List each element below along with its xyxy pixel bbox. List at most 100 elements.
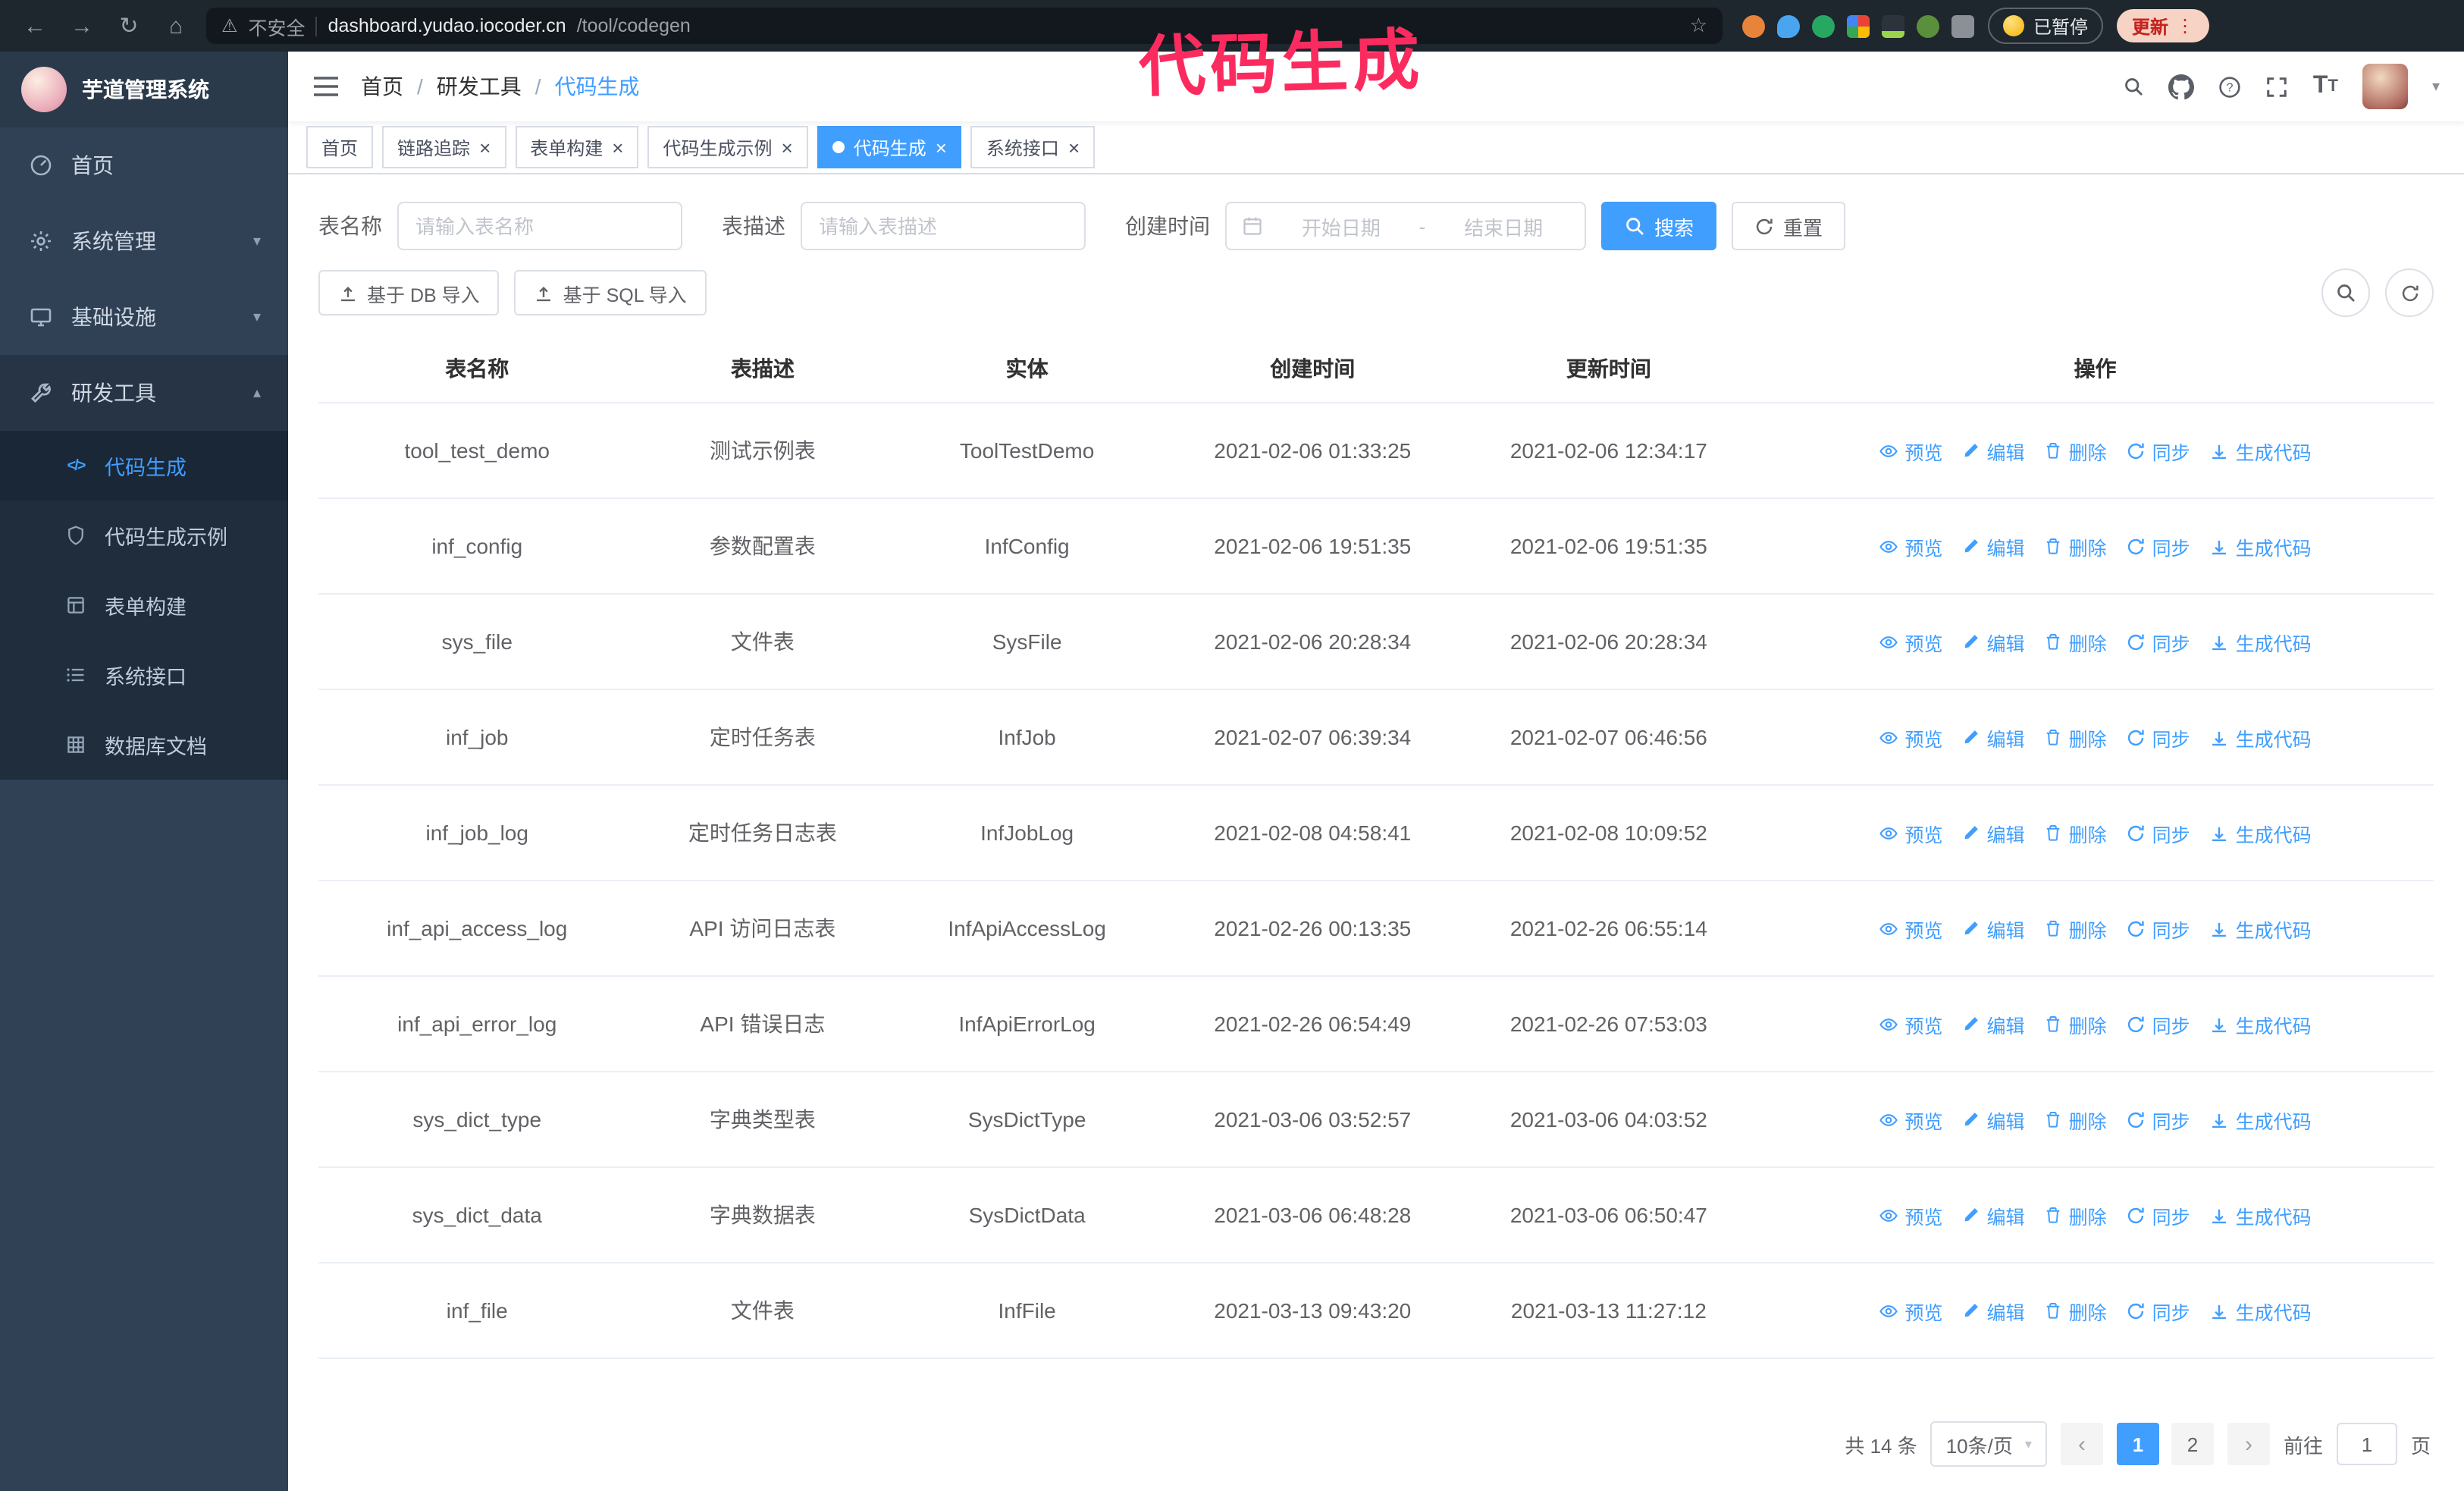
close-icon[interactable]: × [936,137,947,157]
search-icon[interactable] [2124,76,2145,97]
page-button-2[interactable]: 2 [2171,1423,2214,1465]
action-preview[interactable]: 预览 [1879,818,1943,847]
action-delete[interactable]: 删除 [2045,723,2107,752]
bookmark-star-icon[interactable]: ☆ [1690,14,1707,38]
tab-tracer[interactable]: 链路追踪 × [382,126,506,168]
sidebar-item-home[interactable]: 首页 [0,127,288,203]
action-sync[interactable]: 同步 [2127,627,2190,656]
action-sync[interactable]: 同步 [2127,532,2190,560]
app-logo[interactable]: 芋道管理系统 [0,52,288,127]
prev-page-button[interactable]: ‹ [2060,1423,2103,1465]
page-button-1[interactable]: 1 [2116,1423,2159,1465]
goto-page-input[interactable] [2336,1423,2397,1465]
url-bar[interactable]: ⚠ 不安全 dashboard.yudao.iocoder.cn /tool/c… [206,8,1723,44]
import-db-button[interactable]: 基于 DB 导入 [318,270,500,315]
action-delete[interactable]: 删除 [2045,532,2107,560]
action-delete[interactable]: 删除 [2045,436,2107,465]
reload-icon[interactable]: ↻ [112,12,146,39]
action-edit[interactable]: 编辑 [1963,818,2025,847]
page-size-select[interactable]: 10条/页 ▾ [1930,1421,2047,1467]
sidebar-item-infra[interactable]: 基础设施 ▾ [0,279,288,355]
close-icon[interactable]: × [612,137,623,157]
action-preview[interactable]: 预览 [1879,627,1943,656]
action-delete[interactable]: 删除 [2045,627,2107,656]
refresh-table-button[interactable] [2385,268,2434,317]
sidebar-item-codegen-example[interactable]: 代码生成示例 [0,501,288,570]
action-preview[interactable]: 预览 [1879,723,1943,752]
action-sync[interactable]: 同步 [2127,723,2190,752]
action-generate[interactable]: 生成代码 [2210,436,2312,465]
action-sync[interactable]: 同步 [2127,436,2190,465]
breadcrumb-item-devtools[interactable]: 研发工具 [437,71,522,102]
profile-paused-badge[interactable]: 已暂停 [1988,8,2104,44]
tab-home[interactable]: 首页 [306,126,374,168]
sidebar-item-devtools[interactable]: 研发工具 ▴ [0,355,288,431]
action-generate[interactable]: 生成代码 [2210,818,2312,847]
action-preview[interactable]: 预览 [1879,436,1943,465]
action-delete[interactable]: 删除 [2045,1201,2107,1229]
puzzle-extension-icon[interactable] [1951,14,1974,37]
tab-api[interactable]: 系统接口 × [970,126,1096,168]
action-generate[interactable]: 生成代码 [2210,627,2312,656]
close-icon[interactable]: × [782,137,793,157]
chrome-update-button[interactable]: 更新 ⋮ [2117,9,2210,42]
toggle-search-button[interactable] [2321,268,2370,317]
action-sync[interactable]: 同步 [2127,1296,2190,1325]
action-edit[interactable]: 编辑 [1963,1009,2025,1038]
action-sync[interactable]: 同步 [2127,914,2190,943]
action-preview[interactable]: 预览 [1879,914,1943,943]
tab-form-builder[interactable]: 表单构建 × [515,126,639,168]
hamburger-icon[interactable] [312,76,340,97]
action-preview[interactable]: 预览 [1879,532,1943,560]
help-icon[interactable]: ? [2219,75,2242,98]
action-edit[interactable]: 编辑 [1963,914,2025,943]
extension-icon[interactable] [1882,14,1904,37]
close-icon[interactable]: × [479,137,491,157]
action-generate[interactable]: 生成代码 [2210,914,2312,943]
action-generate[interactable]: 生成代码 [2210,1296,2312,1325]
action-preview[interactable]: 预览 [1879,1201,1943,1229]
action-generate[interactable]: 生成代码 [2210,1009,2312,1038]
date-range-picker[interactable]: 开始日期 - 结束日期 [1225,202,1586,250]
action-preview[interactable]: 预览 [1879,1105,1943,1134]
action-preview[interactable]: 预览 [1879,1296,1943,1325]
forward-icon[interactable]: → [65,13,99,39]
caret-down-icon[interactable]: ▾ [2432,78,2440,95]
close-icon[interactable]: × [1068,137,1080,157]
action-preview[interactable]: 预览 [1879,1009,1943,1038]
back-icon[interactable]: ← [18,13,52,39]
action-generate[interactable]: 生成代码 [2210,1201,2312,1229]
action-edit[interactable]: 编辑 [1963,627,2025,656]
font-size-icon[interactable]: TT [2313,73,2338,100]
action-generate[interactable]: 生成代码 [2210,1105,2312,1134]
tab-codegen-example[interactable]: 代码生成示例 × [647,126,808,168]
action-generate[interactable]: 生成代码 [2210,723,2312,752]
action-edit[interactable]: 编辑 [1963,1105,2025,1134]
github-icon[interactable] [2168,74,2195,99]
user-avatar[interactable] [2362,64,2408,109]
action-sync[interactable]: 同步 [2127,1009,2190,1038]
breadcrumb-item-home[interactable]: 首页 [361,71,403,102]
import-sql-button[interactable]: 基于 SQL 导入 [514,270,707,315]
next-page-button[interactable]: › [2227,1423,2270,1465]
action-edit[interactable]: 编辑 [1963,723,2025,752]
action-edit[interactable]: 编辑 [1963,1201,2025,1229]
sidebar-item-system[interactable]: 系统管理 ▾ [0,203,288,279]
extension-icon[interactable] [1777,14,1800,37]
fullscreen-icon[interactable] [2266,75,2289,98]
table-name-input[interactable] [397,202,682,250]
reset-button[interactable]: 重置 [1732,202,1846,250]
extension-icon[interactable] [1917,14,1939,37]
sidebar-item-form-builder[interactable]: 表单构建 [0,570,288,640]
action-edit[interactable]: 编辑 [1963,532,2025,560]
action-edit[interactable]: 编辑 [1963,1296,2025,1325]
sidebar-item-db-doc[interactable]: 数据库文档 [0,710,288,780]
extension-icon[interactable] [1812,14,1835,37]
action-edit[interactable]: 编辑 [1963,436,2025,465]
search-button[interactable]: 搜索 [1601,202,1717,250]
action-sync[interactable]: 同步 [2127,1201,2190,1229]
action-sync[interactable]: 同步 [2127,1105,2190,1134]
action-delete[interactable]: 删除 [2045,914,2107,943]
table-desc-input[interactable] [801,202,1086,250]
action-generate[interactable]: 生成代码 [2210,532,2312,560]
